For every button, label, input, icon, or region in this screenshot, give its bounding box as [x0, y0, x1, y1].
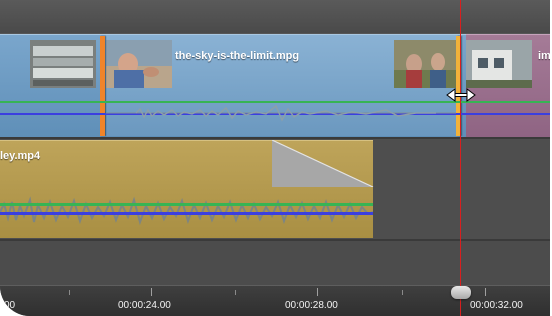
next-clip-title: im [538, 50, 551, 62]
playhead-line[interactable] [460, 0, 461, 316]
trim-marker-left[interactable] [100, 36, 105, 136]
ruler-label: 00 [4, 300, 16, 311]
empty-track [0, 241, 552, 285]
ruler-label: 00:00:32.00 [470, 300, 523, 311]
audio-volume-line-green [0, 203, 373, 206]
ruler-label: 00:00:28.00 [285, 300, 338, 311]
video-thumbnail-2 [106, 40, 172, 88]
ruler-tick [485, 288, 486, 296]
video-clip-title: the-sky-is-the-limit.mpg [175, 50, 300, 62]
scrubber-handle-icon[interactable] [451, 286, 471, 299]
thumbnail-image [394, 40, 458, 88]
video-thumbnail-1 [30, 40, 96, 88]
ruler-label: 00:00:24.00 [118, 300, 171, 311]
audio-clip-title: ley.mp4 [0, 150, 41, 162]
ruler-tick [317, 288, 318, 296]
double-arrow-icon [446, 88, 476, 102]
video-thumbnail-3 [394, 40, 458, 88]
ruler-tick [235, 290, 236, 295]
timeline-stage: the-sky-is-the-limit.mpg im ley.mp4 00 0… [0, 0, 552, 316]
video-thumbnail-4 [466, 40, 532, 88]
audio-fade-overlay [272, 140, 374, 187]
thumbnail-image [466, 40, 532, 88]
video-audio-waveform [106, 104, 456, 122]
ruler-tick [402, 290, 403, 295]
timeline-editor: the-sky-is-the-limit.mpg im ley.mp4 00 0… [0, 0, 552, 316]
ruler-tick [151, 288, 152, 296]
thumbnail-image [106, 40, 172, 88]
timeline-top-strip [0, 0, 552, 33]
thumbnail-image [30, 40, 96, 88]
ruler-tick [69, 290, 70, 295]
audio-volume-line-blue [0, 212, 373, 215]
